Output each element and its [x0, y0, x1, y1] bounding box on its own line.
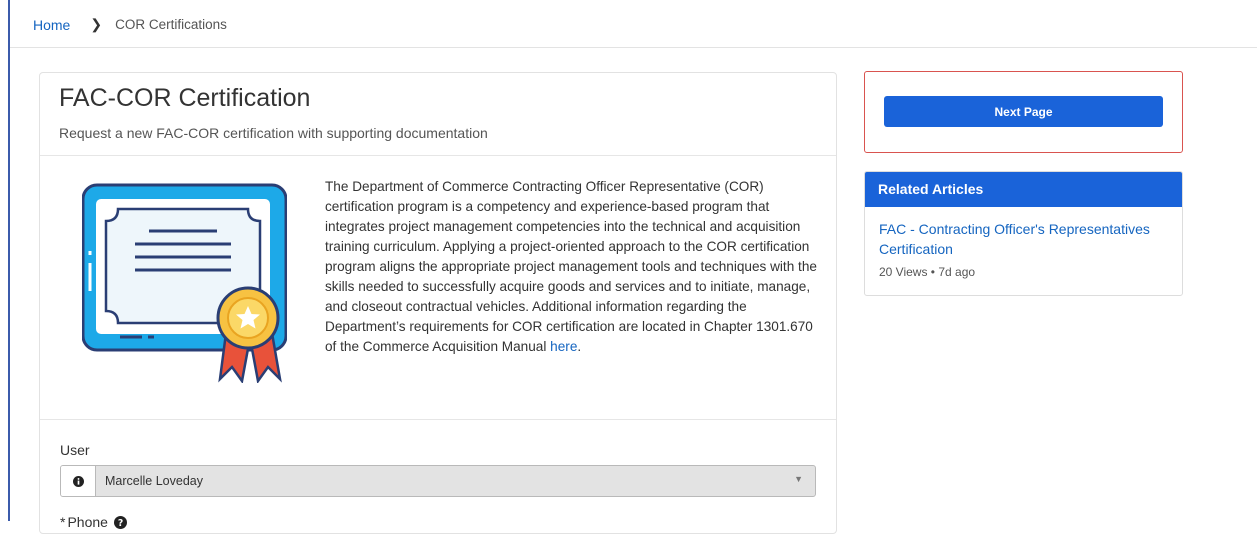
next-page-button[interactable]: Next Page — [884, 96, 1163, 127]
info-icon[interactable] — [61, 466, 96, 496]
required-mark: * — [60, 514, 66, 530]
user-select[interactable]: Marcelle Loveday ▼ — [60, 465, 816, 497]
help-icon[interactable]: ? — [113, 515, 127, 529]
here-link[interactable]: here — [550, 339, 577, 354]
description-text: The Department of Commerce Contracting O… — [325, 179, 817, 354]
svg-text:?: ? — [118, 517, 123, 528]
certification-form-card: FAC-COR Certification Request a new FAC-… — [39, 72, 837, 534]
user-label: User — [60, 442, 90, 458]
phone-label: * Phone ? — [60, 514, 127, 530]
breadcrumb-current: COR Certifications — [115, 17, 227, 32]
certificate-icon — [81, 183, 288, 388]
divider — [40, 419, 836, 420]
divider — [40, 155, 836, 156]
related-article-link[interactable]: FAC - Contracting Officer's Representati… — [879, 219, 1174, 259]
phone-label-text: Phone — [67, 514, 108, 530]
user-select-value: Marcelle Loveday — [105, 474, 203, 488]
program-description: The Department of Commerce Contracting O… — [325, 177, 825, 357]
description-end: . — [577, 339, 582, 354]
breadcrumb-home-link[interactable]: Home — [33, 17, 70, 33]
breadcrumb: Home ❯ COR Certifications — [33, 16, 227, 33]
chevron-right-icon: ❯ — [90, 16, 103, 32]
related-article-meta: 20 Views • 7d ago — [879, 265, 976, 279]
page-title: FAC-COR Certification — [59, 84, 311, 112]
page-frame-border — [8, 0, 10, 521]
caret-down-icon: ▼ — [794, 474, 803, 484]
next-page-panel: Next Page — [864, 71, 1183, 153]
related-articles-header: Related Articles — [865, 172, 1182, 207]
page-subtitle: Request a new FAC-COR certification with… — [59, 125, 488, 141]
breadcrumb-bar: Home ❯ COR Certifications — [10, 0, 1257, 48]
related-articles-panel: Related Articles FAC - Contracting Offic… — [864, 171, 1183, 296]
